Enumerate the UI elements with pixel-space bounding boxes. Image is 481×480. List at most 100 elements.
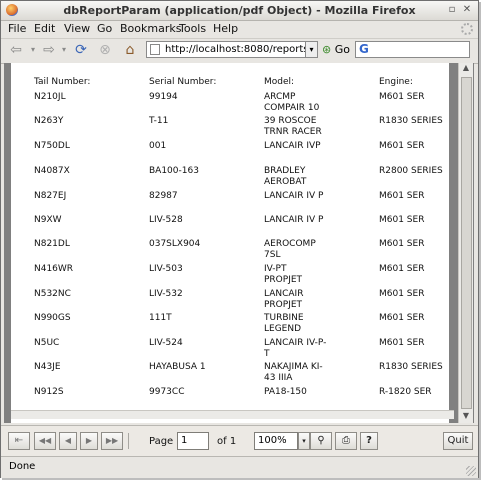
search-input[interactable]: G	[355, 41, 470, 58]
cell-model: TURBINE	[264, 313, 304, 323]
page-icon	[150, 44, 160, 55]
navigation-toolbar: ⇦ ▾ ⇨ ▾ ⟳ ⊗ ⌂ http://localhost:8080/repo…	[1, 38, 478, 64]
cell-engine: M601 SER	[379, 289, 425, 299]
menu-help[interactable]: Help	[213, 22, 238, 35]
minimize-icon[interactable]: ▫	[446, 4, 458, 16]
cell-tail-number: N210JL	[34, 92, 66, 102]
pdf-viewport: Tail Number: Serial Number: Model: Engin…	[4, 63, 474, 423]
cell-tail-number: N532NC	[34, 289, 71, 299]
pdf-toolbar: ⇤ ◀◀ ◀ ▶ ▶▶ Page 1 of 1 100% ▾ ⚲ ⎙ ? Qui…	[1, 425, 478, 456]
cell-model: 43 IIIA	[264, 373, 293, 383]
menu-bookmarks[interactable]: Bookmarks	[120, 22, 181, 35]
forward-dropdown-icon[interactable]: ▾	[59, 42, 69, 58]
previous-page-button[interactable]: ◀	[59, 432, 77, 450]
scroll-thumb[interactable]	[461, 77, 472, 409]
cell-engine: M601 SER	[379, 264, 425, 274]
cell-serial-number: 99194	[149, 92, 178, 102]
first-page-button[interactable]: ⇤	[8, 432, 30, 450]
quit-button[interactable]: Quit	[443, 432, 473, 450]
print-icon[interactable]: ⎙	[335, 432, 357, 450]
menu-go[interactable]: Go	[97, 22, 112, 35]
horizontal-scrollbar[interactable]	[11, 410, 454, 419]
cell-model: LEGEND	[264, 324, 302, 334]
throbber-icon	[461, 23, 473, 35]
zoom-dropdown-icon[interactable]: ▾	[298, 432, 310, 450]
cell-model: PA18-150	[264, 387, 307, 397]
menu-view[interactable]: View	[64, 22, 90, 35]
url-text: http://localhost:8080/reports/dbR	[165, 44, 316, 55]
help-button[interactable]: ?	[360, 432, 378, 450]
cell-model: IV-PT	[264, 264, 287, 274]
cell-model: ARCMP	[264, 92, 296, 102]
cell-tail-number: N827EJ	[34, 191, 67, 201]
back-dropdown-icon[interactable]: ▾	[28, 42, 38, 58]
cell-tail-number: N416WR	[34, 264, 74, 274]
go-label: Go	[334, 43, 350, 56]
cell-model: T	[264, 349, 270, 359]
go-button[interactable]: ⊛ Go	[322, 43, 350, 56]
cell-engine: M601 SER	[379, 92, 425, 102]
cell-model: NAKAJIMA KI-	[264, 362, 323, 372]
cell-serial-number: T-11	[149, 116, 169, 126]
stop-icon[interactable]: ⊗	[97, 42, 113, 58]
back-pages-button[interactable]: ◀◀	[34, 432, 56, 450]
reload-icon[interactable]: ⟳	[73, 42, 89, 58]
forward-icon[interactable]: ⇨	[41, 42, 57, 58]
vertical-scrollbar[interactable]: ▲ ▼	[458, 63, 473, 423]
toolbar-separator	[128, 433, 129, 449]
cell-serial-number: 037SLX904	[149, 239, 201, 249]
cell-serial-number: LIV-524	[149, 338, 183, 348]
cell-tail-number: N4087X	[34, 166, 70, 176]
cell-model: PROPJET	[264, 275, 303, 285]
cell-model: LANCAIR	[264, 289, 304, 299]
cell-serial-number: LIV-528	[149, 215, 183, 225]
cell-tail-number: N750DL	[34, 141, 70, 151]
cell-tail-number: N5UC	[34, 338, 60, 348]
cell-engine: M601 SER	[379, 141, 425, 151]
find-icon[interactable]: ⚲	[310, 432, 332, 450]
page-label: Page	[149, 436, 174, 447]
cell-engine: M601 SER	[379, 215, 425, 225]
cell-engine: M601 SER	[379, 313, 425, 323]
header-tail-number: Tail Number:	[34, 77, 91, 87]
home-icon[interactable]: ⌂	[122, 42, 138, 58]
cell-model: AEROCOMP	[264, 239, 316, 249]
zoom-input[interactable]: 100%	[254, 432, 298, 450]
cell-engine: R-1820 SER	[379, 387, 432, 397]
google-icon: G	[359, 42, 369, 56]
resize-grip-icon[interactable]	[466, 466, 476, 476]
cell-engine: M601 SER	[379, 239, 425, 249]
cell-serial-number: LIV-532	[149, 289, 183, 299]
cell-model: LANCAIR IV P	[264, 191, 324, 201]
menu-bar: File Edit View Go Bookmarks Tools Help	[1, 21, 478, 37]
next-page-button[interactable]: ▶	[80, 432, 98, 450]
browser-window: dbReportParam (application/pdf Object) -…	[0, 0, 479, 478]
back-icon[interactable]: ⇦	[8, 42, 24, 58]
header-model: Model:	[264, 77, 295, 87]
cell-tail-number: N821DL	[34, 239, 70, 249]
cell-serial-number: HAYABUSA 1	[149, 362, 206, 372]
cell-model: TRNR RACER	[264, 127, 322, 137]
cell-model: BRADLEY	[264, 166, 306, 176]
forward-pages-button[interactable]: ▶▶	[101, 432, 123, 450]
scroll-up-icon[interactable]: ▲	[459, 63, 473, 75]
scroll-down-icon[interactable]: ▼	[459, 411, 473, 423]
url-bar[interactable]: http://localhost:8080/reports/dbR	[146, 41, 316, 58]
window-title: dbReportParam (application/pdf Object) -…	[63, 4, 416, 17]
close-icon[interactable]: ✕	[461, 4, 473, 16]
title-bar: dbReportParam (application/pdf Object) -…	[1, 1, 478, 21]
page-number-input[interactable]: 1	[177, 432, 209, 450]
menu-tools[interactable]: Tools	[179, 22, 206, 35]
cell-model: AEROBAT	[264, 177, 307, 187]
pdf-page: Tail Number: Serial Number: Model: Engin…	[11, 63, 449, 423]
cell-model: LANCAIR IV-P-	[264, 338, 327, 348]
url-dropdown-icon[interactable]: ▾	[305, 41, 318, 58]
cell-model: LANCAIR IV P	[264, 215, 324, 225]
cell-serial-number: LIV-503	[149, 264, 183, 274]
status-text: Done	[9, 461, 36, 472]
cell-engine: M601 SER	[379, 338, 425, 348]
menu-file[interactable]: File	[8, 22, 26, 35]
menu-edit[interactable]: Edit	[34, 22, 55, 35]
cell-tail-number: N990GS	[34, 313, 71, 323]
go-icon: ⊛	[322, 43, 332, 56]
